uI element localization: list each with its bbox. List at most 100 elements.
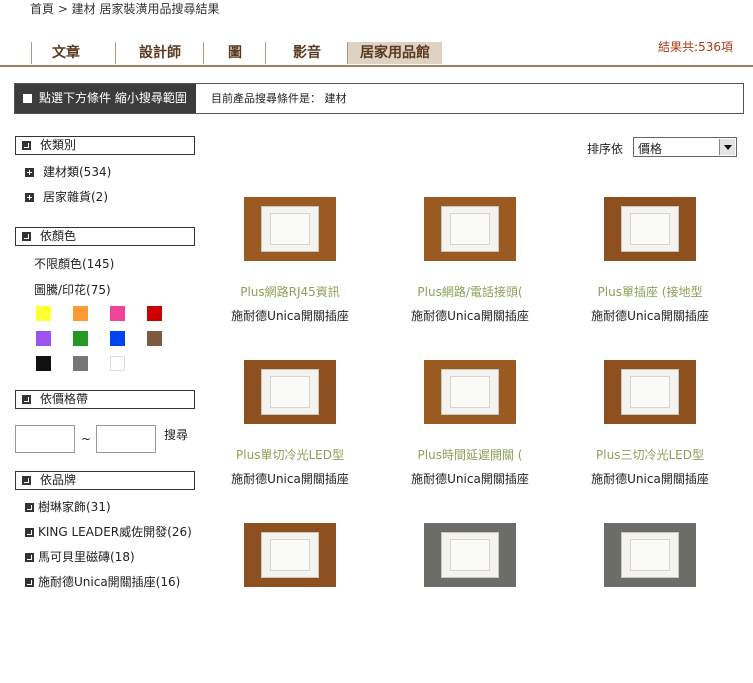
switch-plate	[261, 206, 319, 252]
product-image[interactable]	[604, 197, 696, 261]
sort-select[interactable]: 價格	[633, 137, 737, 157]
switch-module	[450, 539, 490, 571]
product-card: Plus時間延遲開關 ( 施耐德Unica開關插座	[380, 360, 560, 520]
product-image[interactable]	[424, 197, 516, 261]
switch-plate	[441, 369, 499, 415]
product-image[interactable]	[604, 523, 696, 587]
product-brand: 施耐德Unica開關插座	[411, 309, 529, 323]
product-image[interactable]	[424, 523, 516, 587]
color-swatch[interactable]	[147, 306, 162, 321]
switch-plate	[261, 532, 319, 578]
color-swatch[interactable]	[73, 331, 88, 346]
dropdown-arrow-icon[interactable]	[719, 139, 735, 155]
expand-plus-icon[interactable]	[25, 193, 34, 202]
bullet-icon	[25, 528, 34, 537]
product-name[interactable]: Plus時間延遲開關 (	[380, 446, 560, 463]
sort-label: 排序依	[587, 142, 624, 156]
price-max-input[interactable]	[96, 425, 156, 453]
section-color-label: 依顏色	[40, 229, 77, 243]
color-swatch[interactable]	[36, 306, 51, 321]
product-brand: 施耐德Unica開關插座	[591, 309, 709, 323]
product-card: Plus網路RJ45資訊 施耐德Unica開關插座	[200, 197, 380, 357]
switch-plate	[621, 206, 679, 252]
color-swatch[interactable]	[147, 331, 162, 346]
product-card: Plus單插座 (接地型 施耐德Unica開關插座	[560, 197, 740, 357]
product-brand: 施耐德Unica開關插座	[591, 472, 709, 486]
color-swatch[interactable]	[110, 356, 125, 371]
product-name[interactable]: Plus網路RJ45資訊	[200, 283, 380, 300]
switch-module	[270, 539, 310, 571]
category-home-goods[interactable]: 居家雜貨(2)	[43, 188, 108, 205]
product-image[interactable]	[244, 360, 336, 424]
switch-plate	[621, 369, 679, 415]
section-brand-label: 依品牌	[40, 473, 77, 487]
switch-module	[630, 213, 670, 245]
color-swatch[interactable]	[110, 331, 125, 346]
bullet-icon	[25, 553, 34, 562]
collapse-icon	[22, 232, 31, 241]
switch-plate	[441, 532, 499, 578]
product-brand: 施耐德Unica開關插座	[231, 309, 349, 323]
product-name[interactable]: Plus三切冷光LED型	[560, 446, 740, 463]
switch-plate	[621, 532, 679, 578]
filter-title-text: 點選下方條件 縮小搜尋範圍	[39, 91, 187, 105]
product-card	[380, 523, 560, 683]
bullet-icon	[25, 578, 34, 587]
product-card: Plus網路/電話接頭( 施耐德Unica開關插座	[380, 197, 560, 357]
tab-articles[interactable]: 文章	[31, 42, 100, 64]
color-swatch[interactable]	[36, 356, 51, 371]
switch-module	[630, 539, 670, 571]
price-min-input[interactable]	[15, 425, 75, 453]
product-card: Plus三切冷光LED型 施耐德Unica開關插座	[560, 360, 740, 520]
color-any[interactable]: 不限顏色(145)	[34, 255, 114, 272]
expand-plus-icon[interactable]	[25, 168, 34, 177]
section-brand[interactable]: 依品牌	[15, 471, 195, 490]
switch-plate	[261, 369, 319, 415]
bullet-icon	[25, 503, 34, 512]
product-brand: 施耐德Unica開關插座	[411, 472, 529, 486]
section-color[interactable]: 依顏色	[15, 227, 195, 246]
color-swatch[interactable]	[110, 306, 125, 321]
color-swatch[interactable]	[36, 331, 51, 346]
breadcrumb[interactable]: 首頁 > 建材 居家裝潢用品搜尋結果	[30, 0, 220, 17]
color-swatch[interactable]	[73, 356, 88, 371]
tab-videos[interactable]: 影音	[265, 42, 348, 64]
brand-item[interactable]: 馬可貝里磁磚(18)	[38, 548, 135, 565]
filter-title: 點選下方條件 縮小搜尋範圍	[15, 84, 196, 113]
tab-images[interactable]: 圖	[203, 42, 266, 64]
switch-module	[270, 213, 310, 245]
product-image[interactable]	[604, 360, 696, 424]
product-image[interactable]	[244, 523, 336, 587]
tab-bar: 文章 設計師 圖 影音 居家用品館	[0, 40, 753, 66]
product-image[interactable]	[244, 197, 336, 261]
collapse-icon	[22, 476, 31, 485]
section-category-label: 依類別	[40, 138, 77, 152]
sort-select-value: 價格	[638, 142, 663, 156]
tab-designers[interactable]: 設計師	[115, 42, 204, 64]
product-card	[200, 523, 380, 683]
section-category[interactable]: 依類別	[15, 136, 195, 155]
brand-item[interactable]: 施耐德Unica開關插座(16)	[38, 573, 180, 590]
product-name[interactable]: Plus單插座 (接地型	[560, 283, 740, 300]
product-name[interactable]: Plus單切冷光LED型	[200, 446, 380, 463]
brand-item[interactable]: KING LEADER威佐開發(26)	[38, 523, 192, 540]
collapse-icon	[22, 395, 31, 404]
product-brand: 施耐德Unica開關插座	[231, 472, 349, 486]
product-image[interactable]	[424, 360, 516, 424]
result-count: 結果共:536項	[658, 40, 733, 54]
switch-plate	[441, 206, 499, 252]
switch-module	[270, 376, 310, 408]
switch-module	[450, 376, 490, 408]
color-pattern[interactable]: 圖騰/印花(75)	[34, 281, 111, 298]
tab-home-goods[interactable]: 居家用品館	[347, 42, 442, 64]
current-filter: 目前產品搜尋條件是： 建材	[211, 92, 347, 105]
price-search-button[interactable]: 搜尋	[164, 426, 188, 443]
switch-module	[630, 376, 670, 408]
product-name[interactable]: Plus網路/電話接頭(	[380, 283, 560, 300]
brand-item[interactable]: 樹琳家飾(31)	[38, 498, 111, 515]
color-swatch[interactable]	[73, 306, 88, 321]
checkbox-icon	[23, 94, 32, 103]
section-price[interactable]: 依價格帶	[15, 390, 195, 409]
product-card	[560, 523, 740, 683]
category-building-materials[interactable]: 建材類(534)	[43, 163, 111, 180]
